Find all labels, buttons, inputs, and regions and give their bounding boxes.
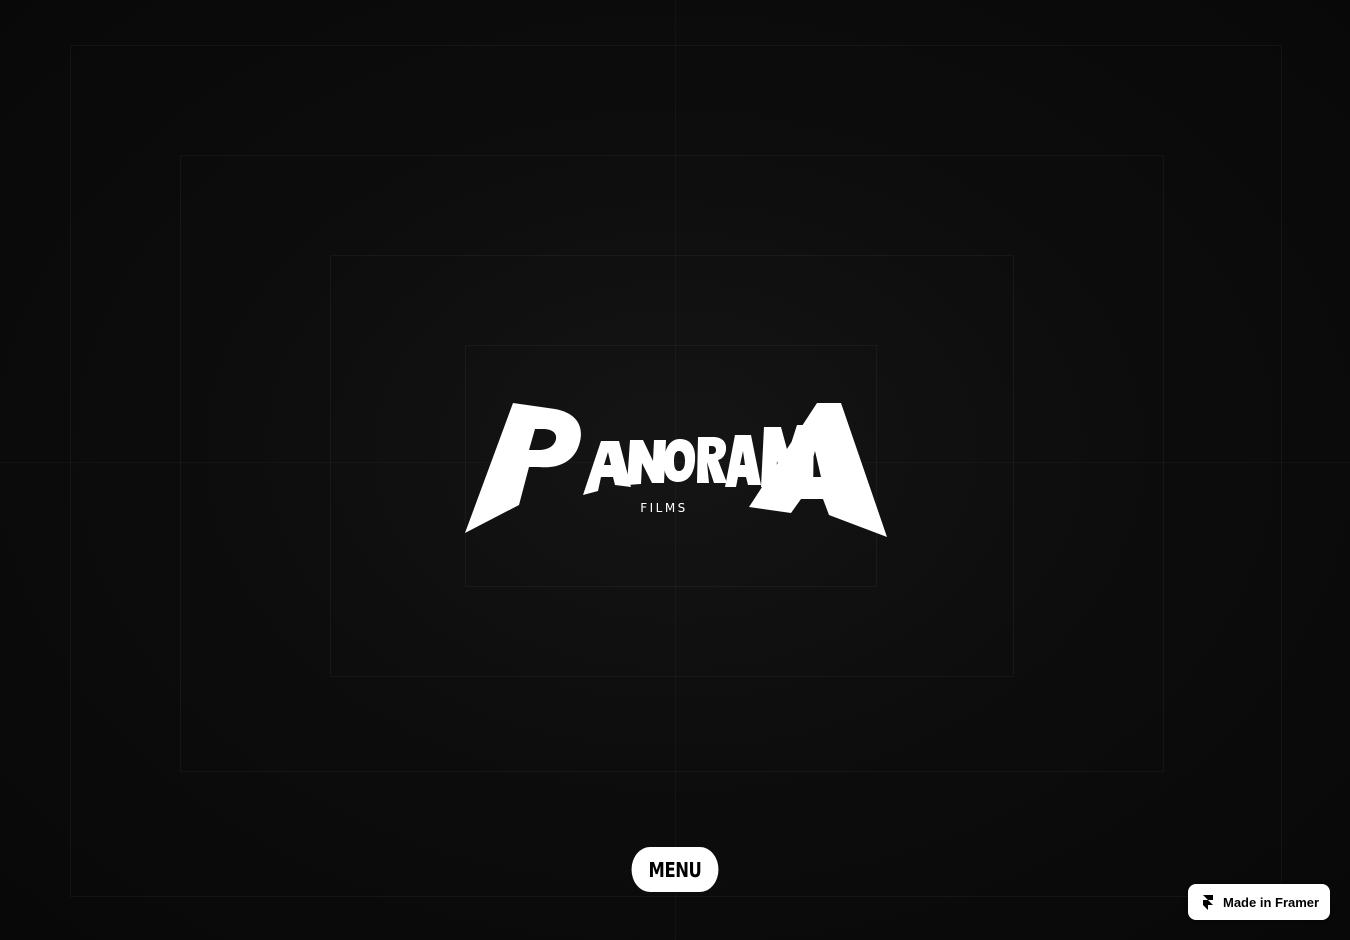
framer-icon	[1203, 894, 1213, 910]
logo-subtitle: FILMS	[640, 501, 688, 515]
made-in-framer-badge[interactable]: Made in Framer	[1188, 884, 1330, 920]
made-in-framer-label: Made in Framer	[1223, 894, 1320, 910]
panorama-films-logo: FILMS	[455, 395, 895, 545]
menu-button[interactable]: MENU	[631, 847, 719, 892]
logo-subtitle-graphic: FILMS	[640, 501, 688, 515]
